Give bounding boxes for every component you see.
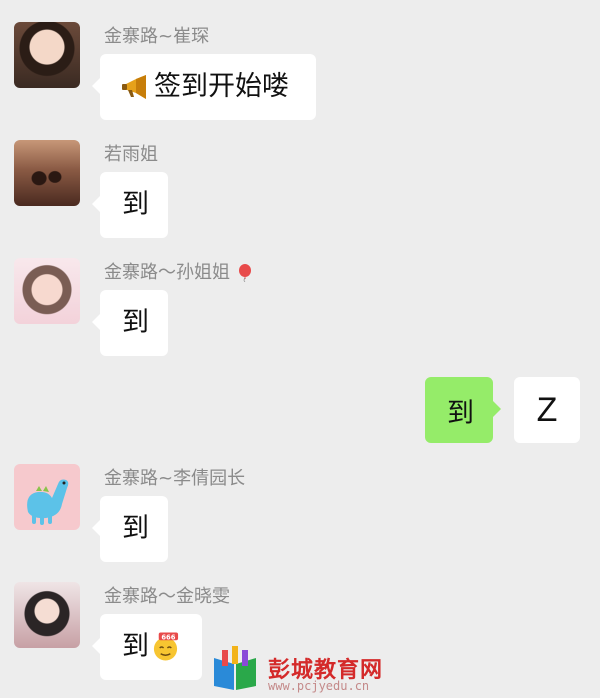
sender-name: 金寨路~崔琛 [104, 26, 210, 47]
message-text: 签到开始喽 [154, 71, 289, 102]
avatar[interactable] [14, 464, 80, 530]
balloon-icon [238, 264, 251, 282]
emoji-666-icon: 666 [153, 632, 179, 661]
avatar[interactable] [14, 258, 80, 324]
message-bubble[interactable]: 到 [92, 290, 168, 356]
message-bubble[interactable]: 签到开始喽 [92, 54, 316, 120]
avatar[interactable] [14, 22, 80, 88]
sender-name: 金寨路～孙姐姐 [104, 262, 252, 284]
own-avatar-letter: Z [536, 390, 558, 429]
watermark: 彭城教育网 www.pcjyedu.cn [210, 646, 410, 696]
book-logo-icon [214, 646, 256, 690]
message-bubble[interactable]: 到 [92, 496, 168, 562]
sender-name: 若雨姐 [104, 144, 158, 165]
message-text: 到 [122, 189, 149, 220]
avatar[interactable] [14, 582, 80, 648]
message-bubble[interactable]: 到 666 [92, 614, 202, 680]
svg-text:666: 666 [161, 633, 175, 641]
dinosaur-icon [27, 479, 69, 525]
own-message-bubble[interactable]: 到 [425, 377, 501, 443]
message-bubble[interactable]: 到 [92, 172, 168, 238]
message-text: 到 [122, 631, 149, 662]
chat-window: 金寨路~崔琛 签到开始喽 若雨姐 到 金寨路～孙姐姐 到 到 Z 金寨路~李倩园… [0, 0, 600, 698]
message-text: 到 [122, 307, 149, 338]
sender-name: 金寨路~李倩园长 [104, 468, 246, 489]
watermark-url: www.pcjyedu.cn [268, 679, 370, 693]
message-text: 到 [122, 513, 149, 544]
megaphone-icon [122, 75, 146, 99]
sender-name: 金寨路～金晓雯 [104, 586, 230, 607]
own-avatar[interactable]: Z [514, 377, 580, 443]
sender-name-text: 金寨路～孙姐姐 [104, 262, 230, 283]
avatar[interactable] [14, 140, 80, 206]
message-text: 到 [447, 397, 474, 429]
